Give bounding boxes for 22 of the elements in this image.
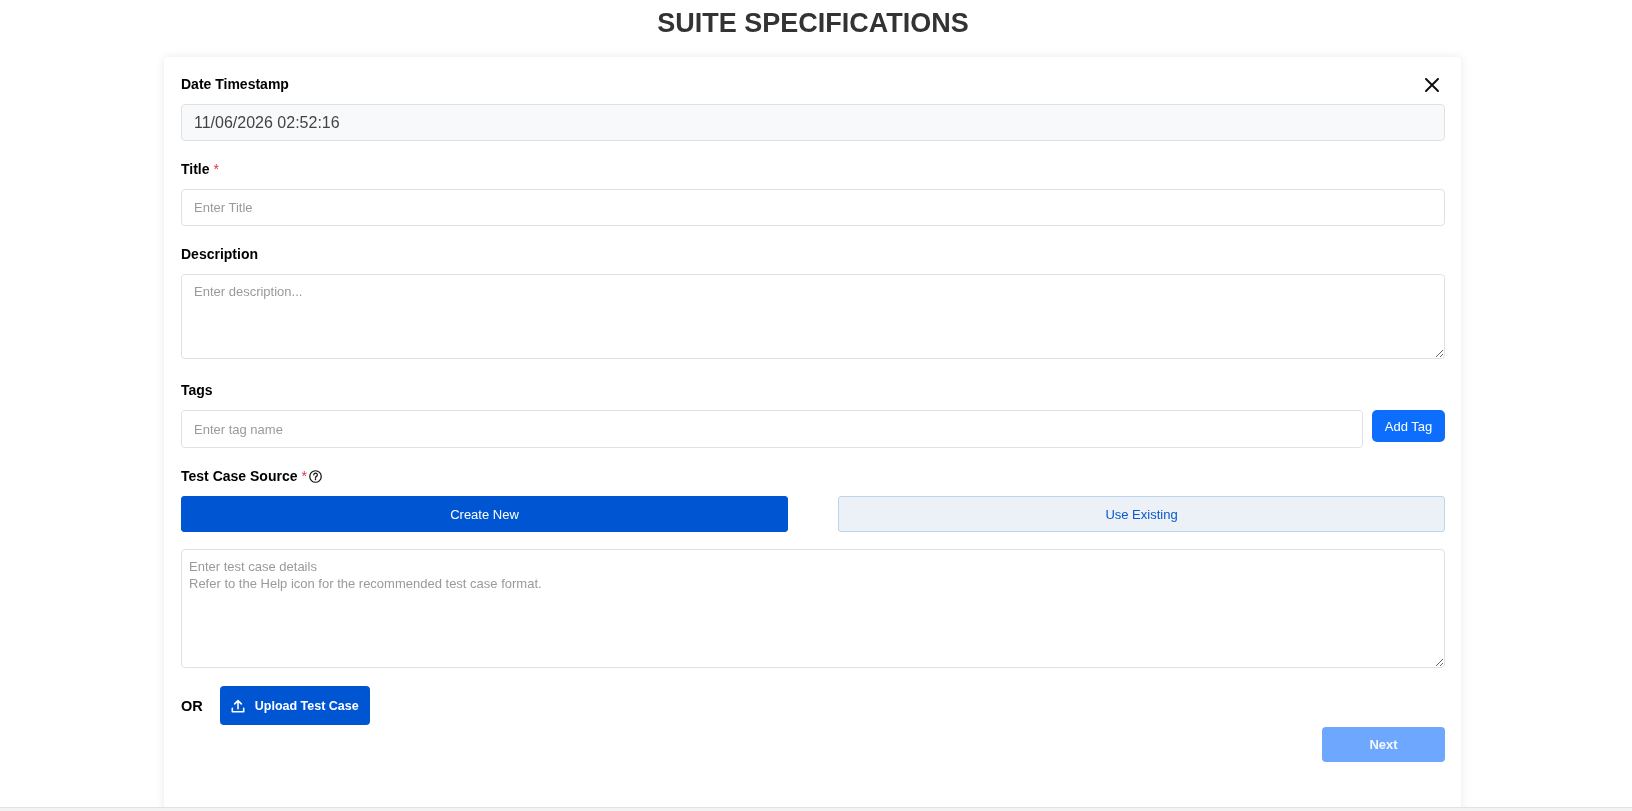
close-icon	[1425, 77, 1439, 92]
test-case-details-textarea[interactable]: Enter test case details Refer to the Help icon for the recommended test case format.	[181, 549, 1445, 668]
text-input[interactable]: Enter Title	[181, 189, 1445, 226]
field-label: Date Timestamp	[181, 76, 289, 93]
field-label: Title	[181, 161, 210, 178]
add-tag-button[interactable]: Add Tag	[1372, 410, 1445, 442]
tag-input[interactable]: Enter tag name	[181, 410, 1363, 448]
field-label: Test Case Source	[181, 468, 298, 485]
required-asterisk: *	[213, 161, 219, 178]
source-option[interactable]: Use Existing	[838, 496, 1445, 532]
close-button[interactable]	[1425, 77, 1439, 92]
timestamp-field[interactable]: 11/06/2026 02:52:16	[181, 104, 1445, 141]
or-label: OR	[181, 697, 203, 714]
page-title: SUITE SPECIFICATIONS	[656, 8, 970, 38]
help-icon[interactable]	[308, 470, 322, 483]
field-label: Description	[181, 246, 258, 263]
upload-icon	[230, 698, 245, 713]
source-option[interactable]: Create New	[181, 496, 788, 532]
upload-test-case-button[interactable]: Upload Test Case	[219, 686, 370, 725]
required-asterisk: *	[301, 468, 307, 485]
description-textarea[interactable]: Enter description...	[181, 274, 1445, 359]
field-label: Tags	[181, 382, 213, 399]
